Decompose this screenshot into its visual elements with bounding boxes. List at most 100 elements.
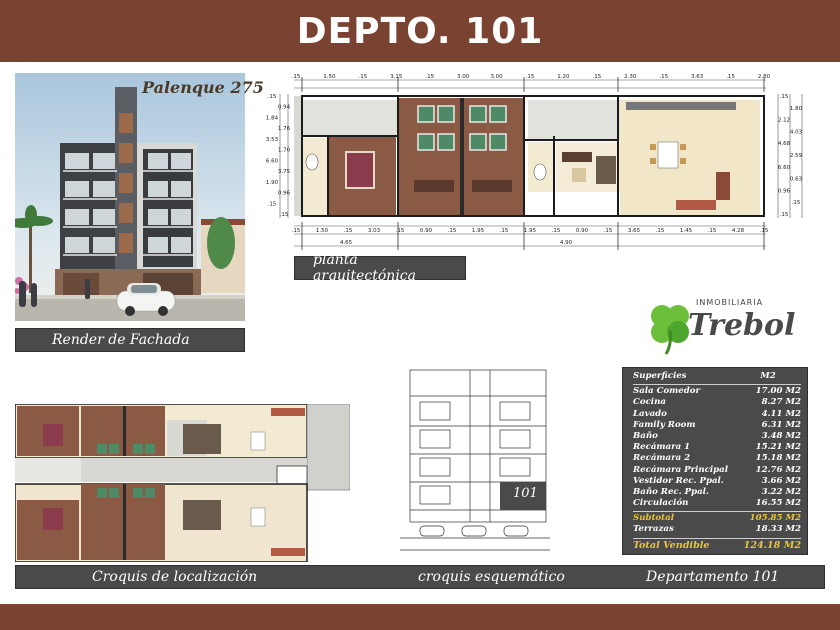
area-value: 4.11 M2 — [761, 408, 801, 419]
dimension-label: 4.65 — [340, 240, 353, 246]
dimension-label: .15 — [592, 74, 601, 80]
dimension-label: 6.60 — [266, 158, 279, 164]
dimension-label: .15 — [268, 201, 277, 207]
dimension-label: .15 — [344, 228, 353, 234]
schematic-caption: croquis esquemático — [418, 569, 565, 585]
divider — [633, 384, 801, 386]
dimension-label: .15 — [280, 212, 289, 218]
dimension-label: 4.68 — [778, 141, 791, 147]
area-value: 15.18 M2 — [755, 453, 801, 464]
area-row: Recámara 1 15.21 M2 — [633, 442, 801, 453]
dimension-label: .15 — [760, 228, 769, 234]
dimension-label: 1.20 — [557, 74, 570, 80]
area-row: Baño 3.48 M2 — [633, 431, 801, 442]
dimension-label: 3.75 — [278, 169, 291, 175]
area-row: Baño Rec. Ppal. 3.22 M2 — [633, 487, 801, 498]
area-row: Recámara Principal 12.76 M2 — [633, 465, 801, 476]
dimension-label: 4.28 — [732, 228, 745, 234]
dimension-label: 1.95 — [472, 228, 485, 234]
bottom-caption-strip: Croquis de localización croquis esquemát… — [15, 565, 825, 589]
company-tagline: INMOBILIARIA — [696, 298, 764, 307]
area-header-label: Superficies — [633, 371, 687, 381]
terraces-label: Terrazas — [633, 524, 674, 535]
dimension-label: .15 — [448, 228, 457, 234]
render-caption: Render de Fachada — [15, 328, 245, 352]
area-value: 8.27 M2 — [761, 397, 801, 408]
schematic-unit-label: 101 — [513, 486, 538, 501]
dimension-label: .15 — [500, 228, 509, 234]
plan-caption: planta arquitectónica — [294, 252, 466, 284]
dimension-label: .15 — [604, 228, 613, 234]
dimension-label: 4.90 — [560, 240, 573, 246]
dimension-label: 2.30 — [624, 74, 637, 80]
schematic-elevation: 101 — [400, 368, 550, 560]
dimension-label: .15 — [708, 228, 717, 234]
dimension-label: 0.96 — [278, 191, 291, 197]
area-header-unit: M2 — [760, 371, 776, 381]
divider — [633, 537, 801, 539]
area-row: Family Room 6.31 M2 — [633, 420, 801, 431]
dimension-label: 0.90 — [420, 228, 433, 234]
dimension-label: .15 — [780, 94, 789, 100]
area-table: Superficies M2 Sala Comedor 17.00 M2 Coci… — [622, 367, 808, 555]
dimension-label: 1.84 — [266, 115, 279, 121]
company-logo: INMOBILIARIA Trebol — [646, 296, 795, 360]
dimension-label: .15 — [292, 228, 301, 234]
dimension-label: 1.70 — [278, 148, 291, 154]
area-value: 3.22 M2 — [761, 486, 801, 497]
dimension-label: 3.65 — [628, 228, 641, 234]
dimension-label: 1.50 — [323, 74, 336, 80]
area-label: Recámara Principal — [633, 464, 729, 475]
company-name: Trebol — [688, 308, 796, 343]
area-value: 3.48 M2 — [761, 430, 801, 441]
area-row: Lavado 4.11 M2 — [633, 409, 801, 420]
terraces-value: 18.33 M2 — [755, 524, 801, 535]
floor-plan: .15 1.50 .15 3.15 .15 3.00 3.00 .15 1.20 .15 2.30.… — [266, 72, 826, 256]
total-label: Total Vendible — [633, 539, 710, 551]
dimension-label: 0.96 — [778, 188, 791, 194]
dimension-label: .15 — [552, 228, 561, 234]
dimension-label: .15 — [358, 74, 367, 80]
dimension-label: 0.63 — [790, 177, 803, 183]
facade-render — [15, 73, 245, 321]
area-value: 15.21 M2 — [755, 442, 801, 453]
area-value: 6.31 M2 — [761, 419, 801, 430]
subtotal-row: Subtotal 105.85 M2 — [633, 513, 801, 524]
dimension-label: .15 — [396, 228, 405, 234]
dimension-label: 2.59 — [790, 153, 803, 159]
dimension-label: 0.90 — [576, 228, 589, 234]
area-row: Vestidor Rec. Ppal. 3.66 M2 — [633, 476, 801, 487]
dimension-label: 6.60 — [778, 165, 791, 171]
dimension-label: 1.76 — [278, 126, 291, 132]
dimension-label: 3.63 — [691, 74, 704, 80]
dimension-label: .15 — [425, 74, 434, 80]
dimension-label: 0.94 — [278, 105, 291, 111]
dimension-label: .15 — [659, 74, 668, 80]
dimension-label: 1.50 — [316, 228, 329, 234]
dimension-label: 2.80 — [758, 74, 771, 80]
subtotal-label: Subtotal — [633, 513, 674, 524]
dimension-label: 3.03 — [368, 228, 381, 234]
dimension-label: .15 — [268, 94, 277, 100]
dimension-label: .15 — [292, 74, 301, 80]
dimension-label: 3.15 — [390, 74, 403, 80]
area-label: Recámara 2 — [633, 453, 691, 464]
area-table-header: Superficies M2 — [633, 371, 801, 382]
dimension-label: 4.03 — [790, 129, 803, 135]
page-title: DEPTO. 101 — [296, 10, 544, 52]
dimension-label: 1.95 — [524, 228, 537, 234]
terraces-row: Terrazas 18.33 M2 — [633, 524, 801, 535]
area-label: Circulación — [633, 498, 689, 509]
dimension-label: 2.12 — [778, 118, 790, 124]
location-sketch — [14, 403, 351, 563]
location-caption: Croquis de localización — [92, 569, 258, 585]
dimension-label: 1.45 — [680, 228, 693, 234]
area-label: Lavado — [633, 408, 667, 419]
area-row: Sala Comedor 17.00 M2 — [633, 386, 801, 397]
department-caption: Departamento 101 — [646, 569, 780, 585]
total-row: Total Vendible 124.18 M2 — [633, 540, 801, 551]
area-label: Sala Comedor — [633, 386, 701, 397]
area-value: 17.00 M2 — [755, 386, 801, 397]
dimension-label: .15 — [726, 74, 735, 80]
area-value: 16.55 M2 — [755, 498, 801, 509]
